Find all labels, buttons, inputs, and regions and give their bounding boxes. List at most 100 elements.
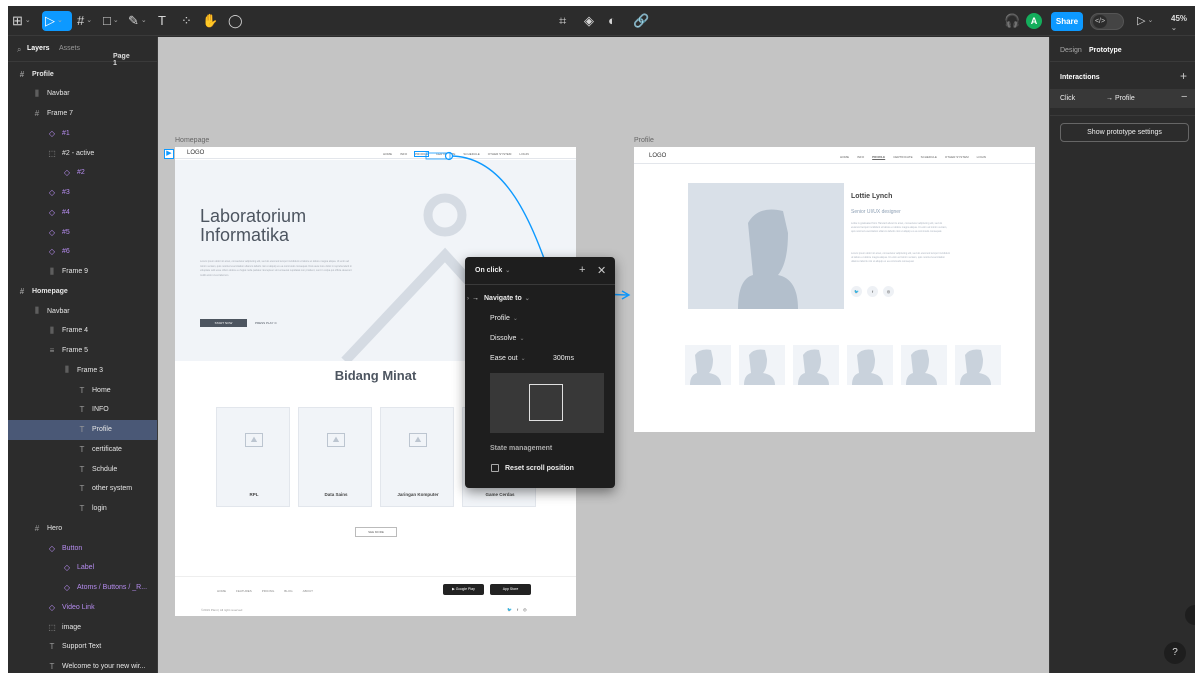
layer-item[interactable]: ◇ Atoms / Buttons / _R... xyxy=(8,578,157,598)
see-more-button[interactable]: SEE MORE xyxy=(355,527,397,537)
crop-icon[interactable]: ⌗ xyxy=(559,12,566,30)
pen-tool-icon[interactable]: ✎ ⌄ xyxy=(128,12,147,30)
tab-prototype[interactable]: Prototype xyxy=(1089,47,1122,54)
nav-link[interactable]: PROFILE xyxy=(872,155,885,159)
rectangle-tool-icon[interactable]: □ ⌄ xyxy=(103,12,119,30)
interest-card[interactable]: ⛰ Data Sains xyxy=(298,407,372,507)
interaction-popup[interactable]: On click ⌄ + ✕ › → Navigate to ⌄ Profile ⌄ Di… xyxy=(465,257,615,488)
social-icon[interactable]: f xyxy=(867,286,878,297)
layer-item[interactable]: # Frame 7 xyxy=(8,104,157,124)
contrast-icon[interactable]: ◐ xyxy=(608,12,616,30)
close-icon[interactable]: ✕ xyxy=(597,264,606,277)
present-button[interactable]: ▷ ⌄ xyxy=(1137,12,1153,30)
dev-mode-toggle[interactable]: </> xyxy=(1090,13,1124,30)
layer-item[interactable]: ⬚ image xyxy=(8,617,157,637)
layer-item[interactable]: ◇ #5 xyxy=(8,222,157,242)
nav-link[interactable]: HOME xyxy=(383,152,392,156)
footer-link[interactable]: FEATURES xyxy=(236,589,252,593)
social-icon[interactable]: ◎ xyxy=(883,286,894,297)
nav-link[interactable]: CERTIFICATE xyxy=(893,155,912,159)
footer-link[interactable]: BLOG xyxy=(284,589,292,593)
social-icon[interactable]: ◎ xyxy=(523,607,527,612)
nav-link[interactable]: INFO xyxy=(400,152,407,156)
tab-design[interactable]: Design xyxy=(1060,47,1082,54)
add-interaction-icon[interactable]: + xyxy=(1180,69,1187,83)
show-prototype-settings-button[interactable]: Show prototype settings xyxy=(1060,123,1189,142)
duration-input[interactable]: 300ms xyxy=(553,355,574,362)
nav-link[interactable]: SCHEDULE xyxy=(921,155,937,159)
remove-interaction-icon[interactable]: − xyxy=(1181,91,1187,103)
layer-item[interactable]: Tlogin xyxy=(8,499,157,519)
zoom-dropdown[interactable]: 45% ⌄ xyxy=(1171,14,1195,32)
trigger-dropdown[interactable]: On click ⌄ xyxy=(475,267,510,274)
help-button[interactable]: ? xyxy=(1164,642,1186,664)
layer-item[interactable]: ⫼ Frame 3 xyxy=(8,360,157,380)
layer-item[interactable]: T INFO xyxy=(8,400,157,420)
layer-item[interactable]: ◇ #4 xyxy=(8,202,157,222)
interest-card[interactable]: ⛰ RPL xyxy=(216,407,290,507)
link-icon[interactable]: 🔗 xyxy=(633,12,649,30)
footer-link[interactable]: PRICING xyxy=(262,589,275,593)
tab-assets[interactable]: Assets xyxy=(59,45,80,52)
footer-link[interactable]: HOME xyxy=(217,589,226,593)
layer-item[interactable]: T Home xyxy=(8,380,157,400)
layer-item[interactable]: ⫼ Frame 4 xyxy=(8,321,157,341)
app-store-badge[interactable]: App Store xyxy=(490,584,531,595)
nav-link[interactable]: CERTIFICATE xyxy=(436,152,455,156)
layer-item[interactable]: T Support Text xyxy=(8,637,157,657)
layer-item[interactable]: ◇ Button xyxy=(8,538,157,558)
resources-icon[interactable]: ⁘ xyxy=(181,12,192,30)
layer-item[interactable]: ◇ #6 xyxy=(8,242,157,262)
nav-link[interactable]: PROFILE xyxy=(414,151,430,157)
figma-menu-icon[interactable]: ⊞ ⌄ xyxy=(12,12,31,30)
hero-play-link[interactable]: PRESS PLAY ⊙ xyxy=(255,321,277,325)
layer-item[interactable]: ◇ #2 xyxy=(8,163,157,183)
frame-tool-icon[interactable]: # ⌄ xyxy=(77,12,92,30)
interaction-row[interactable]: Click → Profile − xyxy=(1050,89,1195,108)
search-icon[interactable]: ⌕ xyxy=(17,45,21,55)
reset-scroll-option[interactable]: Reset scroll position xyxy=(491,464,574,472)
layer-item[interactable]: T Schdule xyxy=(8,459,157,479)
nav-link[interactable]: INFO xyxy=(857,155,864,159)
add-action-icon[interactable]: + xyxy=(579,264,585,276)
layer-item[interactable]: ◇ #3 xyxy=(8,183,157,203)
layer-item[interactable]: ⬚ #2 - active xyxy=(8,143,157,163)
layer-item[interactable]: Tcertificate xyxy=(8,439,157,459)
nav-link[interactable]: OTHER SYSTEM xyxy=(945,155,969,159)
social-icon[interactable]: 🐦 xyxy=(851,286,862,297)
layer-item[interactable]: ◇ #1 xyxy=(8,123,157,143)
headphones-icon[interactable]: 🎧 xyxy=(1004,12,1020,30)
layer-item[interactable]: T Welcome to your new wir... xyxy=(8,657,157,673)
component-icon[interactable]: ◈ xyxy=(584,12,594,30)
layer-item[interactable]: # Hero xyxy=(8,518,157,538)
layer-item[interactable]: # Homepage xyxy=(8,281,157,301)
layer-item[interactable]: ◇ Video Link xyxy=(8,597,157,617)
footer-link[interactable]: ABOUT xyxy=(303,589,313,593)
frame-label-profile[interactable]: Profile xyxy=(634,137,654,144)
destination-dropdown[interactable]: Profile ⌄ xyxy=(490,315,518,322)
layer-item[interactable]: # Profile xyxy=(8,64,157,84)
animation-dropdown[interactable]: Dissolve ⌄ xyxy=(490,335,524,342)
layer-item[interactable]: ≡ Frame 5 xyxy=(8,341,157,361)
interest-card[interactable]: ⛰ Jaringan Komputer xyxy=(380,407,454,507)
nav-link[interactable]: SCHEDULE xyxy=(463,152,479,156)
layer-item[interactable]: ⫼ Navbar xyxy=(8,84,157,104)
nav-link[interactable]: LOGIN xyxy=(519,152,528,156)
tab-layers[interactable]: Layers xyxy=(27,45,50,52)
layer-item[interactable]: ◇ Label xyxy=(8,558,157,578)
move-tool-icon[interactable]: ▷ ⌄ xyxy=(45,12,63,30)
layer-item[interactable]: ⫼ Frame 9 xyxy=(8,262,157,282)
avatar[interactable]: A xyxy=(1026,13,1042,29)
hand-tool-icon[interactable]: ✋ xyxy=(202,12,218,30)
easing-dropdown[interactable]: Ease out ⌄ xyxy=(490,355,526,362)
nav-link[interactable]: HOME xyxy=(840,155,849,159)
hero-start-button[interactable]: START NOW xyxy=(200,319,247,327)
social-icon[interactable]: f xyxy=(517,607,518,612)
layer-item[interactable]: T Profile xyxy=(8,419,157,440)
nav-link[interactable]: OTHER SYSTEM xyxy=(488,152,512,156)
profile-frame[interactable]: LOGO HOME INFO PROFILE CERTIFICATE SCHEDULE O… xyxy=(634,147,1035,432)
action-dropdown[interactable]: › → Navigate to ⌄ xyxy=(467,295,530,302)
text-tool-icon[interactable]: T xyxy=(158,12,166,30)
layer-item[interactable]: ⫼ Navbar xyxy=(8,301,157,321)
reset-scroll-checkbox[interactable] xyxy=(491,464,499,472)
